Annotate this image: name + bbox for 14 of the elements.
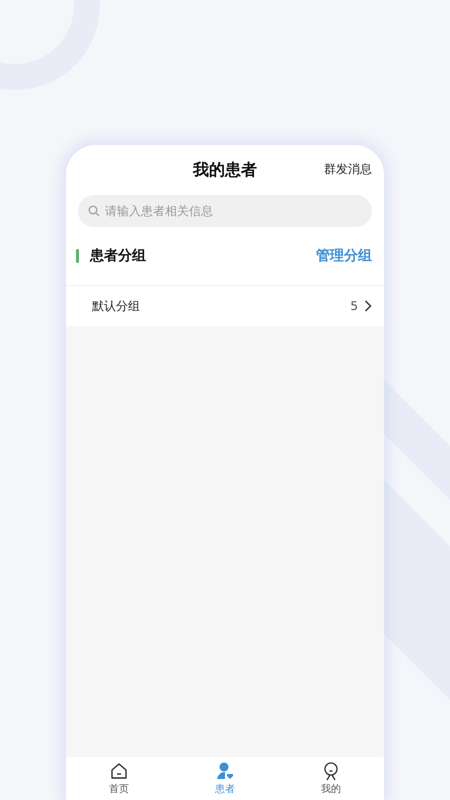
group-name: 默认分组 bbox=[92, 298, 140, 314]
accent-bar bbox=[76, 249, 79, 263]
page-title: 我的患者 bbox=[193, 160, 257, 180]
tab-bar-item[interactable]: 我的 bbox=[278, 757, 384, 800]
tab-bar-item[interactable]: 患者 bbox=[172, 757, 278, 800]
tab-bar-item[interactable]: 首页 bbox=[66, 757, 172, 800]
search-field[interactable]: 请输入患者相关信息 bbox=[78, 195, 372, 227]
group-row[interactable]: 默认分组 5 bbox=[66, 285, 384, 326]
person-icon bbox=[215, 761, 235, 781]
section-title: 患者分组 bbox=[90, 247, 146, 265]
broadcast-message-button[interactable]: 群发消息 bbox=[324, 161, 372, 178]
home-icon bbox=[109, 761, 129, 781]
chevron-right-icon bbox=[364, 300, 372, 312]
group-count: 5 bbox=[350, 299, 358, 313]
